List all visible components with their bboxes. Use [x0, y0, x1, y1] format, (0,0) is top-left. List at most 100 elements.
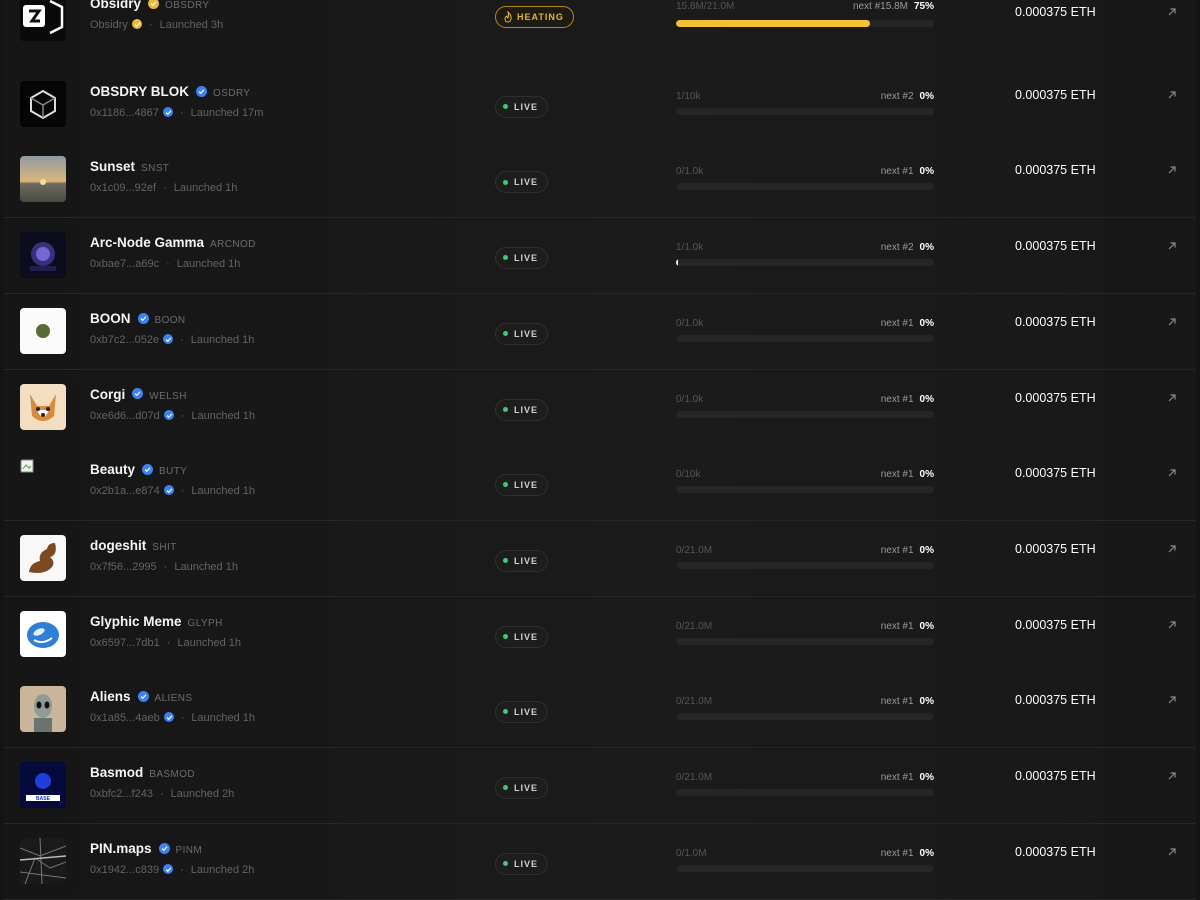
token-name-line: BOON BOON [90, 311, 186, 326]
separator-dot: · [148, 19, 153, 31]
separator-dot: · [180, 485, 185, 498]
token-address[interactable]: 0xb7c2...052e [90, 334, 159, 346]
token-ticker: BASMOD [149, 769, 196, 780]
token-name-line: dogeshit SHIT [90, 538, 177, 553]
token-meta: 0x2b1a...e874 · Launched 1h [90, 485, 255, 497]
basmod-image: BASE [20, 762, 66, 808]
status-label: LIVE [514, 707, 539, 718]
token-row[interactable]: Sunset SNST 0x1c09...92ef · Launched 1h LIV… [4, 142, 1196, 219]
arrow-up-right-icon[interactable] [1166, 543, 1178, 555]
arrow-up-right-icon[interactable] [1166, 770, 1178, 782]
token-price: 0.000375 ETH [1015, 617, 1096, 632]
status-label: LIVE [514, 480, 539, 491]
token-address[interactable]: 0x2b1a...e874 [90, 485, 160, 497]
token-address[interactable]: 0x7f56...2995 [90, 561, 157, 573]
status-label: LIVE [514, 404, 539, 415]
token-name-line: Aliens ALIENS [90, 689, 193, 704]
token-meta: 0x1942...c839 · Launched 2h [90, 864, 254, 876]
status-badge: LIVE [495, 247, 549, 270]
token-row[interactable]: PIN.maps PINM 0x1942...c839 · Launched 2h L… [4, 823, 1196, 900]
progress-percent: 75% [913, 1, 934, 12]
arrow-up-right-icon[interactable] [1166, 6, 1178, 18]
token-ticker: WELSH [149, 390, 187, 402]
progress-percent: 0% [919, 242, 934, 254]
launch-time: Launched 1h [191, 712, 256, 725]
next-label: next #1 [880, 847, 914, 859]
status-badge: LIVE [495, 95, 549, 118]
arrow-up-right-icon[interactable] [1166, 694, 1178, 706]
obsidry-logo [20, 0, 66, 41]
separator-dot: · [163, 560, 168, 573]
live-dot [503, 709, 508, 715]
status-badge: LIVE [495, 549, 549, 572]
broken-image [20, 459, 66, 506]
token-name-line: Obsidry OBSDRY [90, 0, 209, 11]
arrow-up-right-icon[interactable] [1166, 619, 1178, 631]
token-row[interactable]: Beauty BUTY 0x2b1a...e874 · Launched 1h LIV… [4, 445, 1196, 522]
token-address[interactable]: 0xbfc2...f243 [90, 788, 153, 800]
next-label: next #15.8M [852, 1, 908, 12]
orb-image [20, 232, 66, 279]
next-label: next #1 [880, 393, 914, 405]
next-mint: next #1 0% [676, 772, 934, 783]
token-row[interactable]: dogeshit SHIT 0x7f56...2995 · Launched 1h L… [4, 520, 1196, 597]
token-ticker: SNST [141, 163, 170, 175]
live-dot [503, 482, 508, 488]
sunset-image [20, 156, 66, 203]
token-address[interactable]: 0x1c09...92ef [90, 182, 156, 194]
arrow-up-right-icon[interactable] [1166, 164, 1178, 176]
token-address[interactable]: Obsidry [90, 19, 128, 31]
arrow-up-right-icon[interactable] [1166, 316, 1178, 328]
token-row[interactable]: Corgi WELSH 0xe6d6...d07d · Launched 1h LIV… [4, 369, 1196, 446]
launch-time: Launched 17m [190, 106, 264, 119]
dot-logo [20, 307, 66, 354]
progress-percent: 0% [919, 393, 934, 405]
token-name: Sunset [90, 159, 136, 175]
token-meta: 0xe6d6...d07d · Launched 1h [90, 410, 255, 422]
token-row[interactable]: OBSDRY BLOK OSDRY 0x1186...4867 · Launched … [4, 66, 1196, 143]
arrow-up-right-icon[interactable] [1166, 392, 1178, 404]
token-ticker: SHIT [152, 541, 177, 553]
token-ticker: OSDRY [213, 87, 251, 99]
token-row[interactable]: BASE Basmod BASMOD 0xbfc2...f243 · Launched… [4, 748, 1196, 824]
token-row[interactable]: Arc-Node Gamma ARCNOD 0xbae7...a69c · Launc… [4, 218, 1196, 295]
token-name-line: OBSDRY BLOK OSDRY [90, 84, 250, 99]
next-label: next #1 [880, 772, 914, 783]
check-badge-icon [163, 485, 174, 496]
status-label: LIVE [514, 101, 539, 112]
next-label: next #1 [880, 696, 914, 708]
token-row[interactable]: BOON BOON 0xb7c2...052e · Launched 1h LIVE … [4, 293, 1196, 370]
progress-percent: 0% [919, 166, 934, 178]
arrow-up-right-icon[interactable] [1166, 240, 1178, 252]
progress-bar [676, 410, 934, 418]
token-meta: 0xb7c2...052e · Launched 1h [90, 334, 254, 346]
arrow-up-right-icon[interactable] [1166, 89, 1178, 101]
token-price: 0.000375 ETH [1015, 390, 1096, 405]
token-address[interactable]: 0x1186...4867 [90, 107, 159, 119]
token-row[interactable]: Glyphic Meme GLYPH 0x6597...7db1 · Launched… [4, 596, 1196, 673]
token-address[interactable]: 0xbae7...a69c [90, 258, 159, 270]
separator-dot: · [180, 863, 184, 876]
token-address[interactable]: 0x1942...c839 [90, 864, 159, 876]
poop-image [20, 534, 66, 581]
token-row[interactable]: Aliens ALIENS 0x1a85...4aeb · Launched 1h L… [4, 672, 1196, 749]
token-price: 0.000375 ETH [1015, 87, 1096, 102]
token-address[interactable]: 0xe6d6...d07d [90, 410, 160, 422]
progress-bar [676, 107, 934, 115]
token-row[interactable]: Obsidry OBSDRY Obsidry · Launched 3h HEATIN… [4, 0, 1196, 68]
token-address[interactable]: 0x6597...7db1 [90, 637, 160, 649]
token-meta: 0x6597...7db1 · Launched 1h [90, 637, 241, 649]
arrow-up-right-icon[interactable] [1166, 846, 1178, 858]
next-mint: next #2 0% [676, 242, 934, 253]
live-dot [503, 330, 508, 336]
progress-percent: 0% [919, 317, 934, 329]
arrow-up-right-icon[interactable] [1166, 467, 1178, 479]
token-list: Obsidry OBSDRY Obsidry · Launched 3h HEATIN… [0, 0, 1200, 900]
token-price: 0.000375 ETH [1015, 693, 1096, 708]
token-name: BOON [90, 310, 131, 326]
live-dot [503, 255, 508, 261]
token-name: OBSDRY BLOK [90, 83, 190, 99]
token-address[interactable]: 0x1a85...4aeb [90, 712, 160, 724]
separator-dot: · [163, 182, 167, 195]
status-label: LIVE [514, 555, 539, 566]
